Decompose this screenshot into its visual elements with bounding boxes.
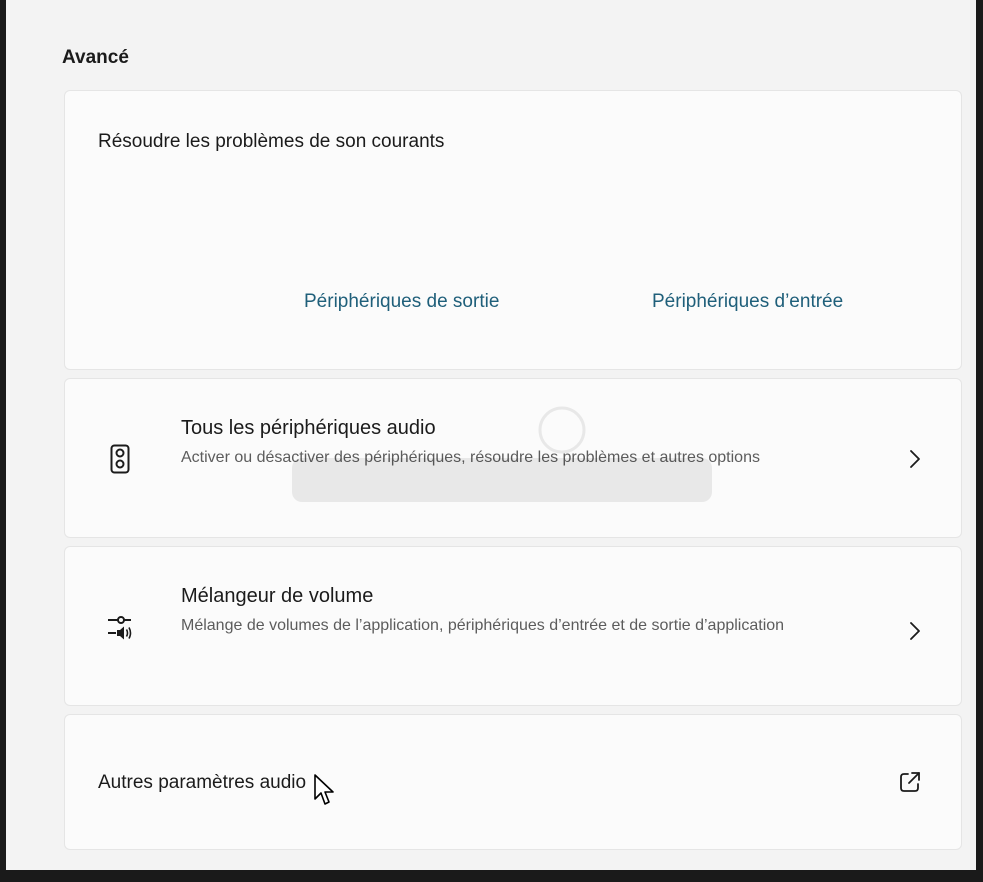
volume-mixer-text: Mélangeur de volume Mélange de volumes d… — [181, 583, 881, 639]
troubleshoot-title: Résoudre les problèmes de son courants — [98, 131, 445, 152]
external-link-icon — [899, 771, 921, 793]
volume-mixer-description: Mélange de volumes de l’application, pér… — [181, 617, 785, 634]
chevron-right-icon — [905, 619, 925, 643]
chevron-right-icon — [905, 447, 925, 471]
all-audio-devices-row[interactable]: Tous les périphériques audio Activer ou … — [64, 378, 962, 538]
all-audio-devices-description: Activer ou désactiver des périphériques,… — [181, 449, 760, 466]
section-title: Avancé — [62, 47, 129, 68]
output-devices-link[interactable]: Périphériques de sortie — [304, 291, 499, 313]
volume-mixer-title: Mélangeur de volume — [181, 585, 374, 607]
mouse-cursor-icon — [313, 773, 335, 807]
more-sound-settings-row[interactable]: Autres paramètres audio — [64, 714, 962, 850]
volume-mixer-icon — [107, 609, 133, 645]
input-devices-link[interactable]: Périphériques d’entrée — [652, 291, 843, 313]
troubleshoot-card: Résoudre les problèmes de son courants P… — [64, 90, 962, 370]
all-audio-devices-title: Tous les périphériques audio — [181, 417, 436, 439]
volume-mixer-row[interactable]: Mélangeur de volume Mélange de volumes d… — [64, 546, 962, 706]
all-audio-devices-text: Tous les périphériques audio Activer ou … — [181, 415, 881, 471]
more-sound-settings-label: Autres paramètres audio — [98, 772, 307, 793]
speaker-icon — [107, 441, 133, 477]
settings-window: Avancé Résoudre les problèmes de son cou… — [6, 0, 978, 872]
